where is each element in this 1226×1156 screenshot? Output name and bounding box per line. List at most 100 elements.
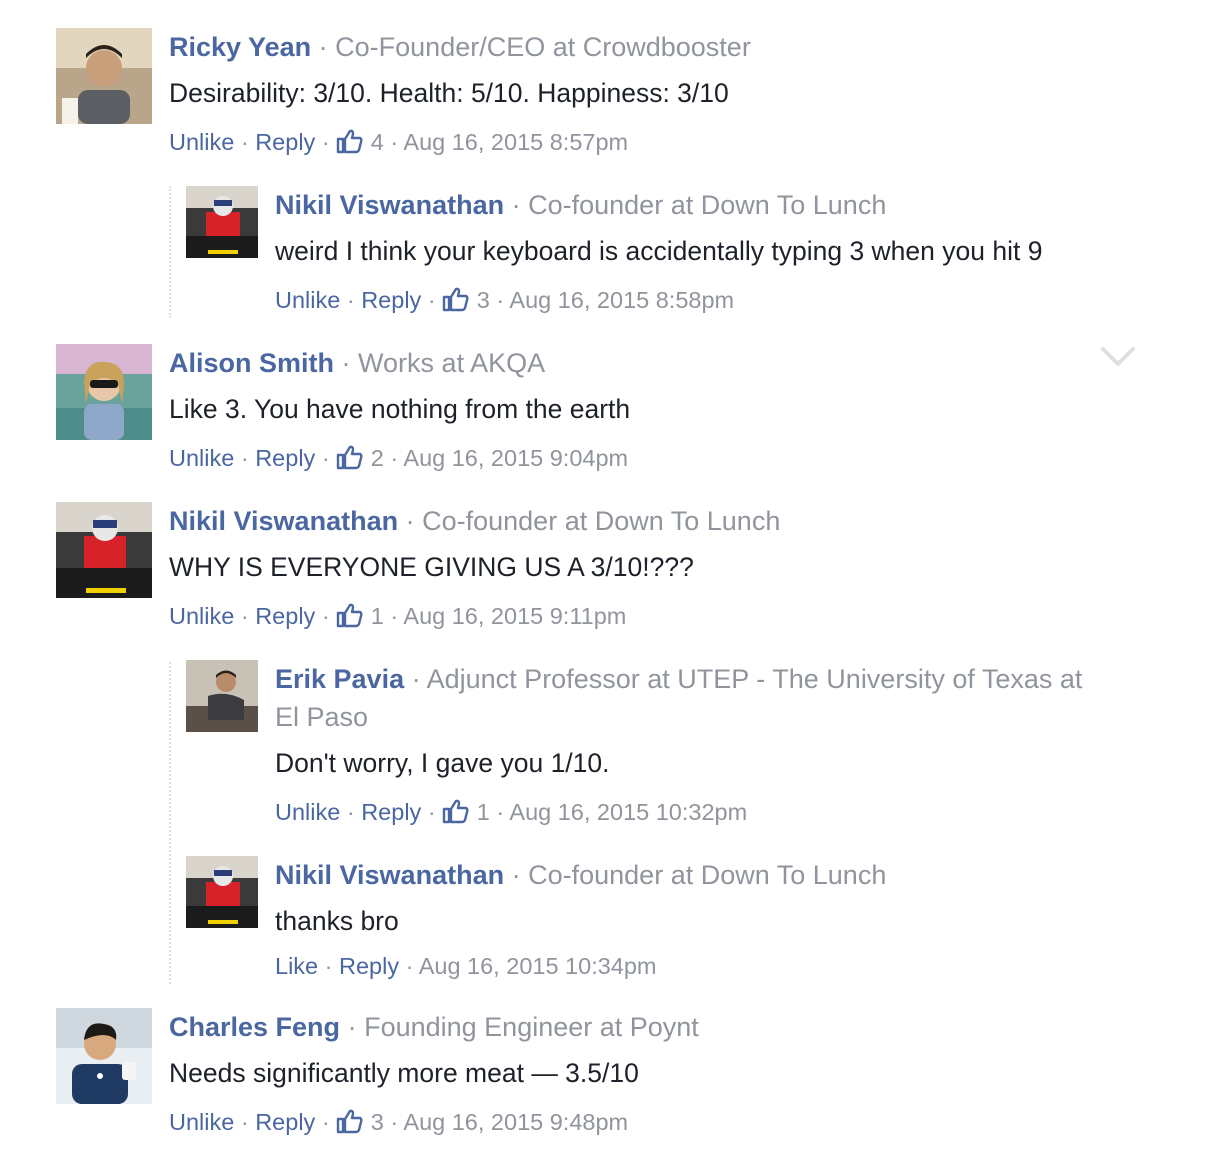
- separator: ·: [405, 506, 415, 536]
- reply-link[interactable]: Reply: [255, 603, 315, 629]
- separator: ·: [240, 445, 249, 471]
- comment-actions: Unlike · Reply · 3 · Aug 16, 2015 8:58pm: [275, 285, 1042, 315]
- separator: ·: [346, 799, 355, 825]
- author-title: Co-Founder/CEO at Crowdbooster: [335, 32, 751, 62]
- separator: ·: [390, 129, 399, 155]
- author-title: Works at AKQA: [358, 348, 546, 378]
- timestamp[interactable]: Aug 16, 2015 8:57pm: [403, 129, 628, 155]
- separator: ·: [318, 32, 328, 62]
- author-name[interactable]: Ricky Yean: [169, 32, 311, 62]
- avatar[interactable]: [186, 186, 258, 258]
- like-count[interactable]: 1: [371, 603, 384, 629]
- timestamp[interactable]: Aug 16, 2015 9:11pm: [403, 603, 626, 629]
- reply-link[interactable]: Reply: [255, 1109, 315, 1135]
- author-name[interactable]: Nikil Viswanathan: [275, 190, 504, 220]
- chevron-down-icon[interactable]: [1100, 345, 1136, 369]
- timestamp[interactable]: Aug 16, 2015 10:32pm: [509, 799, 747, 825]
- author-name[interactable]: Erik Pavia: [275, 664, 404, 694]
- separator: ·: [240, 129, 249, 155]
- like-count[interactable]: 3: [477, 287, 490, 313]
- avatar[interactable]: [186, 660, 258, 732]
- unlike-link[interactable]: Unlike: [275, 287, 340, 313]
- author-title: Co-founder at Down To Lunch: [528, 860, 887, 890]
- comment-actions: Unlike · Reply · 1 · Aug 16, 2015 9:11pm: [169, 601, 780, 631]
- like-count[interactable]: 2: [371, 445, 384, 471]
- comment-actions: Unlike · Reply · 3 · Aug 16, 2015 9:48pm: [169, 1107, 699, 1137]
- thumbs-up-icon[interactable]: [442, 798, 470, 824]
- author-name[interactable]: Nikil Viswanathan: [169, 506, 398, 536]
- separator: ·: [496, 799, 505, 825]
- like-count[interactable]: 3: [371, 1109, 384, 1135]
- thumbs-up-icon[interactable]: [336, 1108, 364, 1134]
- comment-text: Needs significantly more meat — 3.5/10: [169, 1058, 639, 1088]
- author-title: Co-founder at Down To Lunch: [422, 506, 781, 536]
- thumbs-up-icon[interactable]: [336, 128, 364, 154]
- avatar[interactable]: [56, 344, 152, 440]
- separator: ·: [496, 287, 505, 313]
- separator: ·: [427, 287, 436, 313]
- separator: ·: [321, 603, 330, 629]
- comment-actions: Unlike · Reply · 2 · Aug 16, 2015 9:04pm: [169, 443, 630, 473]
- author-name[interactable]: Nikil Viswanathan: [275, 860, 504, 890]
- thread-line: [169, 186, 171, 318]
- separator: ·: [240, 603, 249, 629]
- reply-link[interactable]: Reply: [361, 799, 421, 825]
- separator: ·: [347, 1012, 357, 1042]
- separator: ·: [411, 664, 421, 694]
- author-title-continued: El Paso: [275, 702, 369, 732]
- separator: ·: [405, 953, 414, 979]
- separator: ·: [324, 953, 333, 979]
- avatar[interactable]: [56, 1008, 152, 1104]
- unlike-link[interactable]: Unlike: [275, 799, 340, 825]
- like-link[interactable]: Like: [275, 953, 318, 979]
- thumbs-up-icon[interactable]: [442, 286, 470, 312]
- separator: ·: [511, 860, 521, 890]
- separator: ·: [390, 445, 399, 471]
- comment-text: Like 3. You have nothing from the earth: [169, 394, 631, 424]
- thread-line: [169, 662, 171, 984]
- reply-link[interactable]: Reply: [255, 129, 315, 155]
- author-title: Co-founder at Down To Lunch: [528, 190, 887, 220]
- thumbs-up-icon[interactable]: [336, 444, 364, 470]
- separator: ·: [511, 190, 521, 220]
- author-title: Founding Engineer at Poynt: [364, 1012, 699, 1042]
- reply-link[interactable]: Reply: [361, 287, 421, 313]
- separator: ·: [390, 1109, 399, 1135]
- comment-text: WHY IS EVERYONE GIVING US A 3/10!???: [169, 552, 694, 582]
- unlike-link[interactable]: Unlike: [169, 1109, 234, 1135]
- comment-text: Desirability: 3/10. Health: 5/10. Happin…: [169, 78, 729, 108]
- comment-actions: Unlike · Reply · 1 · Aug 16, 2015 10:32p…: [275, 797, 1082, 827]
- author-name[interactable]: Charles Feng: [169, 1012, 340, 1042]
- separator: ·: [346, 287, 355, 313]
- separator: ·: [321, 1109, 330, 1135]
- timestamp[interactable]: Aug 16, 2015 10:34pm: [419, 953, 657, 979]
- avatar[interactable]: [186, 856, 258, 928]
- like-count[interactable]: 1: [477, 799, 490, 825]
- like-count[interactable]: 4: [371, 129, 384, 155]
- separator: ·: [321, 445, 330, 471]
- reply-link[interactable]: Reply: [255, 445, 315, 471]
- comment-actions: Like · Reply · Aug 16, 2015 10:34pm: [275, 951, 886, 981]
- author-title: Adjunct Professor at UTEP - The Universi…: [426, 664, 1083, 694]
- timestamp[interactable]: Aug 16, 2015 9:04pm: [403, 445, 628, 471]
- separator: ·: [341, 348, 351, 378]
- avatar[interactable]: [56, 502, 152, 598]
- timestamp[interactable]: Aug 16, 2015 9:48pm: [403, 1109, 628, 1135]
- comment-text: weird I think your keyboard is accidenta…: [275, 236, 1043, 266]
- separator: ·: [321, 129, 330, 155]
- thumbs-up-icon[interactable]: [336, 602, 364, 628]
- separator: ·: [427, 799, 436, 825]
- unlike-link[interactable]: Unlike: [169, 129, 234, 155]
- unlike-link[interactable]: Unlike: [169, 603, 234, 629]
- avatar[interactable]: [56, 28, 152, 124]
- comment-text: Don't worry, I gave you 1/10.: [275, 748, 610, 778]
- separator: ·: [390, 603, 399, 629]
- unlike-link[interactable]: Unlike: [169, 445, 234, 471]
- comment-text: thanks bro: [275, 906, 399, 936]
- author-name[interactable]: Alison Smith: [169, 348, 334, 378]
- comment-actions: Unlike · Reply · 4 · Aug 16, 2015 8:57pm: [169, 127, 751, 157]
- reply-link[interactable]: Reply: [339, 953, 399, 979]
- separator: ·: [240, 1109, 249, 1135]
- clipped-previous-text: [0, 0, 1226, 6]
- timestamp[interactable]: Aug 16, 2015 8:58pm: [509, 287, 734, 313]
